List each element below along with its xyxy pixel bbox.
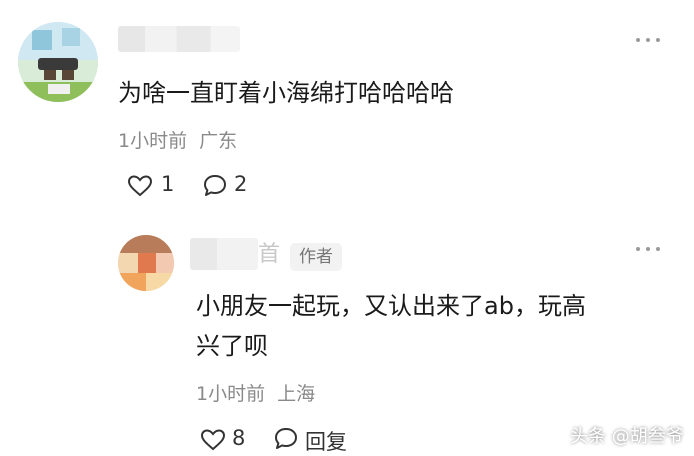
reply-like-button[interactable]: 8: [200, 426, 260, 452]
more-icon[interactable]: [636, 34, 664, 46]
reply-time: 1小时前: [196, 383, 266, 405]
reply-username-suffix: 首: [258, 242, 281, 267]
reply-meta: 1小时前 上海: [196, 379, 315, 406]
reply-more-icon[interactable]: [636, 243, 664, 255]
avatar[interactable]: [18, 22, 98, 102]
reply-reply-button[interactable]: 回复: [273, 426, 363, 454]
comment-location: 广东: [199, 130, 238, 152]
reply-avatar[interactable]: [118, 235, 174, 291]
reply-text-line2: 兴了呗: [196, 332, 268, 360]
like-button[interactable]: 1: [127, 172, 187, 200]
watermark: 头条 @胡叁爷: [570, 426, 684, 447]
reply-button[interactable]: 2: [202, 172, 262, 200]
comment-time: 1小时前: [118, 130, 188, 152]
username-blurred: [118, 26, 240, 52]
chat-bubble-icon: [275, 428, 297, 449]
comment-meta: 1小时前 广东: [118, 126, 237, 153]
reply-username-blurred: [190, 238, 258, 270]
reply-like-count: 8: [232, 426, 246, 450]
comment-text: 为啥一直盯着小海绵打哈哈哈哈: [118, 79, 454, 107]
reply-count: 2: [234, 172, 248, 196]
heart-icon: [200, 429, 226, 451]
chat-bubble-icon: [204, 175, 226, 196]
heart-icon: [127, 175, 153, 197]
like-count: 1: [161, 172, 175, 196]
author-badge: 作者: [290, 243, 342, 271]
reply-location: 上海: [277, 383, 316, 405]
reply-text-line1: 小朋友一起玩，又认出来了ab，玩高: [196, 292, 586, 320]
